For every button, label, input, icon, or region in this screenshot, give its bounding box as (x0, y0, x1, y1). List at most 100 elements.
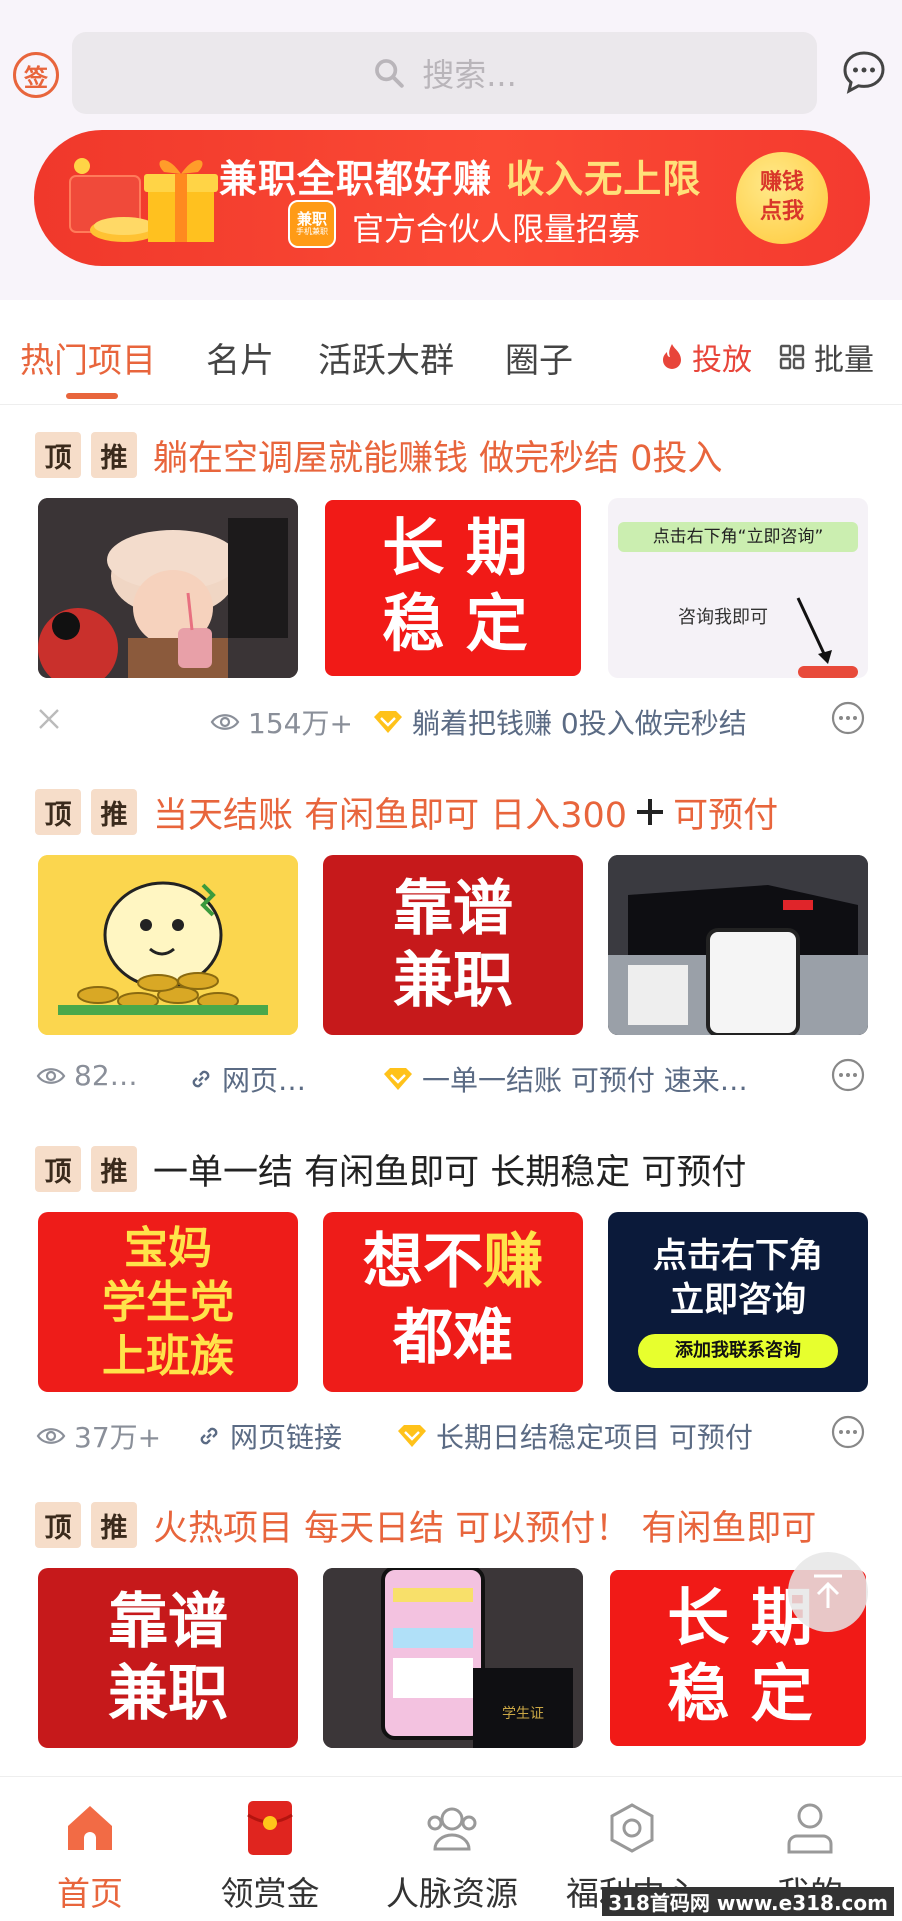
search-placeholder: 搜索... (422, 56, 517, 94)
post-desc-text: 长期日结稳定项目 可预付 (436, 1421, 753, 1454)
svg-text:学生证: 学生证 (502, 1706, 544, 1722)
post-image[interactable]: 长 期 稳 定 (323, 498, 583, 678)
post-image[interactable]: 学生证 (323, 1568, 583, 1748)
top-badge: 顶 (35, 1502, 81, 1548)
banner-subtitle: 官方合伙人限量招募 (352, 210, 641, 248)
comment-icon[interactable] (830, 700, 866, 736)
image-text-line1: 靠谱 (393, 874, 513, 944)
image-text-line2: 兼职 (393, 946, 513, 1016)
tab-hot-projects[interactable]: 热门项目 (20, 333, 156, 382)
user-icon (787, 1803, 833, 1854)
link-icon (200, 1427, 218, 1445)
post-image[interactable] (38, 855, 298, 1035)
image-text-line2: 稳 定 (382, 587, 528, 660)
batch-button[interactable]: 批量 (778, 335, 874, 379)
diamond-icon (398, 1425, 426, 1447)
eye-icon (36, 1428, 66, 1444)
post-images: 靠谱 兼职 (38, 855, 868, 1035)
close-icon[interactable] (36, 706, 62, 732)
image-text-line2: 兼职 (108, 1659, 228, 1729)
gift-icon (69, 158, 218, 242)
image-text-line1a: 想不 (363, 1227, 483, 1297)
image-text-line1: 宝妈 (124, 1223, 212, 1274)
nav-network[interactable]: 人脉资源 (372, 1777, 532, 1921)
phone-card-photo: 学生证 (323, 1568, 583, 1748)
web-link[interactable]: 网页… (188, 1059, 306, 1099)
post-image[interactable]: 点击右下角“立即咨询” 咨询我即可 (608, 498, 868, 678)
banner-title: 兼职全职都好赚 收入无上限 (219, 148, 701, 203)
diamond-icon (384, 1068, 412, 1090)
car-phone-photo (608, 855, 868, 1035)
post-image[interactable]: 宝妈 学生党 上班族 (38, 1212, 298, 1392)
sign-in-button[interactable]: 签 (13, 52, 59, 98)
recommend-badge: 推 (91, 1502, 137, 1548)
promo-banner[interactable]: 兼职全职都好赚 收入无上限 兼职 手机兼职 官方合伙人限量招募 赚钱 点我 (34, 130, 870, 266)
nav-label: 首页 (57, 1874, 123, 1913)
view-count-text: 82… (74, 1059, 138, 1092)
people-icon (427, 1807, 477, 1851)
promote-label: 投放 (692, 343, 752, 378)
view-count-text: 37万+ (74, 1421, 162, 1454)
image-text-line3: 上班族 (102, 1331, 234, 1382)
banner-title-highlight: 收入无上限 (506, 157, 702, 201)
tab-active-groups[interactable]: 活跃大群 (318, 333, 454, 382)
web-link[interactable]: 网页链接 (196, 1416, 342, 1456)
web-link-text: 网页链接 (230, 1421, 343, 1454)
post-image[interactable]: 靠谱 兼职 (38, 1568, 298, 1748)
post-desc: 躺着把钱赚 0投入做完秒结 (372, 702, 747, 742)
fire-icon (663, 344, 681, 369)
arrow-up-icon (814, 1574, 842, 1608)
post-image[interactable]: 点击右下角 立即咨询 添加我联系咨询 (608, 1212, 868, 1392)
red-envelope-icon (247, 1801, 293, 1855)
post-images: 靠谱 兼职 学生证 长 期 稳 定 (38, 1568, 868, 1748)
image-text-line1: 长 期 (382, 511, 528, 584)
promote-button[interactable]: 投放 (660, 335, 752, 379)
earn-line2: 点我 (759, 199, 804, 224)
nav-bounty[interactable]: 领赏金 (190, 1777, 350, 1921)
hexagon-icon (610, 1803, 654, 1853)
post-image[interactable] (608, 855, 868, 1035)
watermark: 318首码网 www.e318.com (602, 1887, 894, 1916)
nav-label: 领赏金 (220, 1874, 320, 1913)
image-text-line2: 都难 (393, 1303, 513, 1373)
image-text-line2: 学生党 (102, 1277, 234, 1328)
search-bar[interactable]: 搜索... (72, 32, 817, 114)
comment-icon[interactable] (830, 1057, 866, 1093)
image-text-line2: 立即咨询 (670, 1280, 806, 1320)
nav-home[interactable]: 首页 (10, 1777, 170, 1921)
recommend-badge: 推 (91, 789, 137, 835)
grid-icon (779, 344, 805, 370)
post-image[interactable] (38, 498, 298, 678)
post-card[interactable]: 顶 推 躺在空调屋就能赚钱 做完秒结 0投入 长 期 稳 定 点击右下角“立即咨… (0, 430, 902, 770)
arrow-graphic (796, 597, 858, 678)
category-tabs: 热门项目 名片 活跃大群 圈子 投放 批量 (0, 305, 902, 405)
post-image[interactable]: 靠谱 兼职 (323, 855, 583, 1035)
scroll-to-top-button[interactable] (788, 1552, 868, 1632)
tab-circle[interactable]: 圈子 (505, 333, 573, 382)
image-text-line2: 稳 定 (667, 1657, 813, 1730)
post-card[interactable]: 顶 推 当天结账 有闲鱼即可 日入300 可预付 靠谱 兼职 82… 网页… 一… (0, 787, 902, 1127)
comment-icon[interactable] (830, 1414, 866, 1450)
bottom-nav: 首页 领赏金 人脉资源 福利中心 我的 318首码网 www.e318.com (0, 1776, 902, 1920)
post-title-suffix: 可预付 (673, 795, 779, 836)
post-title: 当天结账 有闲鱼即可 日入300 (153, 795, 628, 836)
post-title: 一单一结 有闲鱼即可 长期稳定 可预付 (153, 1152, 747, 1193)
post-images: 宝妈 学生党 上班族 想不赚 都难 点击右下角 立即咨询 添加我联系咨询 (38, 1212, 868, 1392)
view-count: 154万+ (210, 702, 353, 742)
batch-label: 批量 (814, 343, 874, 378)
post-card[interactable]: 顶 推 一单一结 有闲鱼即可 长期稳定 可预付 宝妈 学生党 上班族 想不赚 都… (0, 1144, 902, 1484)
post-image[interactable]: 想不赚 都难 (323, 1212, 583, 1392)
earn-money-button[interactable]: 赚钱 点我 (736, 152, 828, 244)
message-icon[interactable] (840, 48, 888, 96)
active-tab-indicator (66, 393, 118, 399)
post-card[interactable]: 顶 推 火热项目 每天日结 可以预付！ 有闲鱼即可 靠谱 兼职 学生证 长 期 (0, 1500, 902, 1770)
image-text-line1: 点击右下角 (653, 1236, 823, 1276)
plus-icon (637, 799, 664, 825)
cartoon-coins-image (38, 855, 298, 1035)
search-icon (375, 59, 404, 88)
tab-business-card[interactable]: 名片 (206, 333, 274, 382)
top-badge: 顶 (35, 432, 81, 478)
link-icon (192, 1070, 210, 1088)
child-photo (38, 498, 298, 678)
post-desc: 一单一结账 可预付 速来… (382, 1059, 748, 1099)
